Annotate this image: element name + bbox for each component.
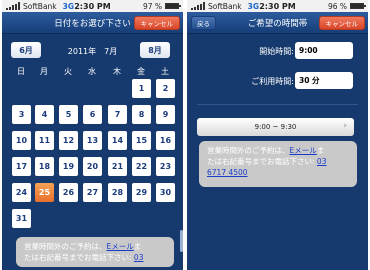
- date-picker-screen: SoftBank 3G 2:30 PM 97 % 日付をお選び下さい キャンセル…: [2, 0, 183, 270]
- status-bar: SoftBank 3G 2:30 PM 96 %: [187, 0, 368, 12]
- calendar-day[interactable]: 8: [132, 105, 151, 124]
- calendar-day[interactable]: 3: [12, 105, 31, 124]
- calendar-day[interactable]: 11: [35, 131, 54, 150]
- calendar-day[interactable]: 23: [156, 157, 175, 176]
- duration-label: ご利用時間:: [251, 77, 294, 86]
- calendar-day[interactable]: 21: [108, 157, 127, 176]
- clock: 2:30 PM: [74, 1, 111, 11]
- calendar-day[interactable]: 24: [12, 183, 31, 202]
- scrollbar[interactable]: [180, 230, 183, 252]
- calendar-day[interactable]: 29: [132, 183, 151, 202]
- start-time-field[interactable]: 9:00: [295, 42, 353, 59]
- calendar-day[interactable]: 4: [35, 105, 54, 124]
- duration-row: ご利用時間: 30 分: [187, 72, 368, 90]
- weekday-header: 日月火水木金土: [2, 64, 183, 78]
- page-title: 日付をお選び下さい: [54, 18, 131, 29]
- time-slot-button[interactable]: 9:00 ~ 9:30 ›: [197, 118, 354, 136]
- calendar-day[interactable]: 27: [83, 183, 102, 202]
- cancel-button[interactable]: キャンセル: [133, 16, 180, 30]
- calendar-day[interactable]: 2: [156, 79, 175, 98]
- calendar-day[interactable]: 6: [83, 105, 102, 124]
- notice-text: ま: [133, 242, 142, 251]
- after-hours-notice: 営業時間外のご予約は、Eメールま たは右記番号までお電話下さい: 03: [16, 237, 174, 267]
- weekday-label: 火: [64, 67, 72, 76]
- status-bar: SoftBank 3G 2:30 PM 97 %: [2, 0, 183, 12]
- calendar-day[interactable]: 12: [59, 131, 78, 150]
- calendar-day[interactable]: 17: [12, 157, 31, 176]
- month-navigation: 6月 2011年 7月 8月: [2, 34, 183, 64]
- calendar-day[interactable]: 16: [156, 131, 175, 150]
- email-link[interactable]: Eメール: [290, 146, 317, 155]
- nav-bar: 日付をお選び下さい キャンセル: [2, 12, 183, 34]
- weekday-label: 金: [137, 67, 145, 76]
- weekday-label: 土: [161, 67, 169, 76]
- duration-field[interactable]: 30 分: [295, 72, 353, 89]
- calendar-day[interactable]: 1: [132, 79, 151, 98]
- calendar-day[interactable]: 30: [156, 183, 175, 202]
- notice-text: ま: [316, 146, 325, 155]
- calendar-day[interactable]: 13: [83, 131, 102, 150]
- time-picker-screen: SoftBank 3G 2:30 PM 96 % 戻る ご希望の時間帯 キャンセ…: [187, 0, 368, 270]
- weekday-label: 木: [113, 67, 121, 76]
- calendar-day[interactable]: 18: [35, 157, 54, 176]
- calendar-day[interactable]: 20: [83, 157, 102, 176]
- calendar-day[interactable]: 28: [108, 183, 127, 202]
- cancel-button[interactable]: キャンセル: [318, 16, 365, 30]
- divider: [197, 104, 358, 105]
- calendar-day[interactable]: 10: [12, 131, 31, 150]
- calendar-day[interactable]: 15: [132, 131, 151, 150]
- calendar-day[interactable]: 31: [12, 209, 31, 228]
- page-title: ご希望の時間帯: [247, 18, 308, 29]
- next-month-button[interactable]: 8月: [140, 42, 170, 58]
- notice-text: たは右記番号までお電話下さい:: [207, 157, 317, 166]
- notice-text: 営業時間外のご予約は、: [24, 242, 107, 251]
- phone-link[interactable]: 03: [134, 253, 144, 262]
- weekday-label: 月: [40, 67, 48, 76]
- calendar-day[interactable]: 19: [59, 157, 78, 176]
- notice-text: 営業時間外のご予約は、: [207, 146, 290, 155]
- weekday-label: 水: [88, 67, 96, 76]
- back-button[interactable]: 戻る: [191, 16, 216, 30]
- start-time-row: 開始時間: 9:00: [187, 42, 368, 60]
- battery-icon: [350, 3, 366, 9]
- nav-bar: 戻る ご希望の時間帯 キャンセル: [187, 12, 368, 34]
- calendar-day[interactable]: 5: [59, 105, 78, 124]
- email-link[interactable]: Eメール: [107, 242, 134, 251]
- battery-icon: [165, 3, 181, 9]
- calendar-day[interactable]: 7: [108, 105, 127, 124]
- notice-text: たは右記番号までお電話下さい:: [24, 253, 134, 262]
- start-time-label: 開始時間:: [259, 47, 294, 56]
- weekday-label: 日: [17, 67, 25, 76]
- phone-link[interactable]: 6717 4500: [207, 168, 248, 177]
- calendar-day[interactable]: 9: [156, 105, 175, 124]
- calendar-day-selected[interactable]: 25: [35, 183, 54, 202]
- clock: 2:30 PM: [259, 1, 296, 11]
- after-hours-notice: 営業時間外のご予約は、Eメールま たは右記番号までお電話下さい: 03 6717…: [199, 141, 357, 187]
- calendar-day[interactable]: 14: [108, 131, 127, 150]
- phone-link[interactable]: 03: [317, 157, 327, 166]
- time-slot-label: 9:00 ~ 9:30: [254, 123, 297, 131]
- calendar-day[interactable]: 22: [132, 157, 151, 176]
- chevron-right-icon: ›: [343, 121, 347, 131]
- calendar-day[interactable]: 26: [59, 183, 78, 202]
